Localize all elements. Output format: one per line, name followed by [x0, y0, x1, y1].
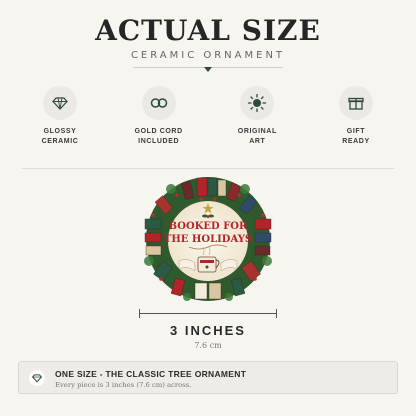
diamond-icon: [29, 370, 45, 386]
feature-original-art: ORIGINAL ART: [209, 86, 305, 147]
gift-icon: [338, 86, 373, 120]
feature-label: GOLD CORD INCLUDED: [134, 128, 183, 145]
ornament-text-line2: THE HOLIDAYS: [164, 234, 252, 245]
ornament-text-line1: BOOKED FOR: [169, 221, 248, 232]
feature-glossy-ceramic: GLOSSY CERAMIC: [12, 86, 108, 147]
size-sublabel: 7.6 cm: [194, 341, 222, 350]
section-divider: [22, 168, 394, 169]
measure-tick-left: [139, 309, 140, 318]
feature-gift-ready: GIFT READY: [308, 86, 404, 147]
measure-line: [139, 313, 277, 314]
diamond-icon: [43, 86, 77, 120]
feature-label: GIFT READY: [342, 128, 370, 145]
ornament-image: BOOKED FOR THE HOLIDAYS: [144, 177, 272, 301]
size-label: 3 INCHES: [170, 323, 246, 338]
sun-icon: [240, 86, 275, 120]
info-title: ONE SIZE - THE CLASSIC TREE ORNAMENT: [55, 369, 247, 379]
page-subtitle: CERAMIC ORNAMENT: [130, 50, 286, 61]
subtitle-row: CERAMIC ORNAMENT: [0, 50, 416, 61]
size-measure-bar: [139, 309, 277, 319]
info-description: Every piece is 3 inches (7.6 cm) across.: [55, 381, 192, 389]
feature-list: GLOSSY CERAMIC GOLD CORD INCLUDED ORIGIN…: [12, 86, 404, 147]
measure-tick-right: [276, 309, 277, 318]
feature-label: GLOSSY CERAMIC: [41, 128, 79, 145]
page-title: ACTUAL SIZE: [95, 14, 321, 47]
feature-gold-cord: GOLD CORD INCLUDED: [111, 86, 207, 147]
rings-icon: [141, 86, 176, 120]
size-info-box: ONE SIZE - THE CLASSIC TREE ORNAMENT Eve…: [18, 361, 398, 394]
caret-down-icon: [204, 67, 212, 72]
feature-label: ORIGINAL ART: [237, 128, 277, 145]
